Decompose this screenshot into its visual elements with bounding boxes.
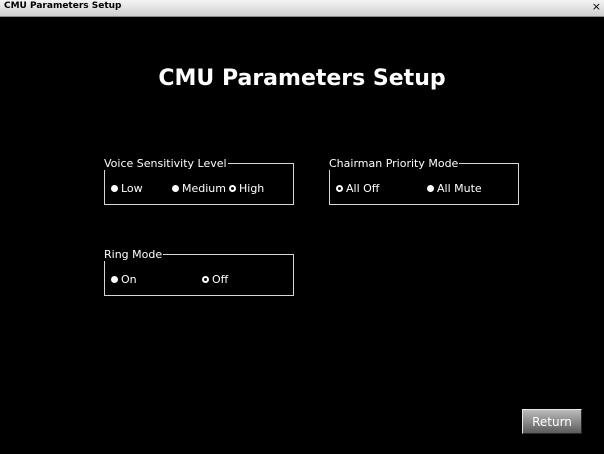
radio-on[interactable]: On: [111, 273, 137, 286]
radio-selected-icon: [229, 184, 236, 192]
radio-off[interactable]: Off: [202, 273, 228, 286]
radio-unselected-icon: [111, 184, 118, 192]
ring-mode-group: Ring Mode On Off: [104, 248, 294, 296]
radio-all-mute[interactable]: All Mute: [427, 182, 482, 195]
radio-high-label: High: [239, 182, 265, 195]
radio-all-off[interactable]: All Off: [336, 182, 379, 195]
radio-medium[interactable]: Medium: [172, 182, 226, 195]
ring-mode-legend: Ring Mode: [104, 248, 163, 261]
radio-on-label: On: [121, 273, 137, 286]
radio-unselected-icon: [111, 275, 118, 283]
radio-unselected-icon: [172, 184, 179, 192]
radio-medium-label: Medium: [182, 182, 226, 195]
voice-sensitivity-group: Voice Sensitivity Level Low Medium High: [104, 157, 294, 205]
title-bar: CMU Parameters Setup ×: [0, 0, 604, 17]
radio-selected-icon: [202, 275, 209, 283]
radio-all-off-label: All Off: [346, 182, 380, 195]
chairman-priority-group: Chairman Priority Mode All Off All Mute: [329, 157, 519, 205]
radio-high[interactable]: High: [229, 182, 264, 195]
close-icon[interactable]: ×: [592, 0, 601, 13]
voice-sensitivity-legend: Voice Sensitivity Level: [104, 157, 227, 170]
radio-low-label: Low: [121, 182, 143, 195]
chairman-priority-legend: Chairman Priority Mode: [329, 157, 459, 170]
radio-off-label: Off: [212, 273, 229, 286]
return-button[interactable]: Return: [522, 409, 582, 434]
radio-low[interactable]: Low: [111, 182, 143, 195]
radio-selected-icon: [336, 184, 343, 192]
app-window: CMU Parameters Setup × CMU Parameters Se…: [0, 0, 604, 454]
page-title: CMU Parameters Setup: [158, 66, 446, 91]
radio-unselected-icon: [427, 184, 434, 192]
window-title: CMU Parameters Setup: [4, 1, 122, 11]
radio-all-mute-label: All Mute: [437, 182, 482, 195]
